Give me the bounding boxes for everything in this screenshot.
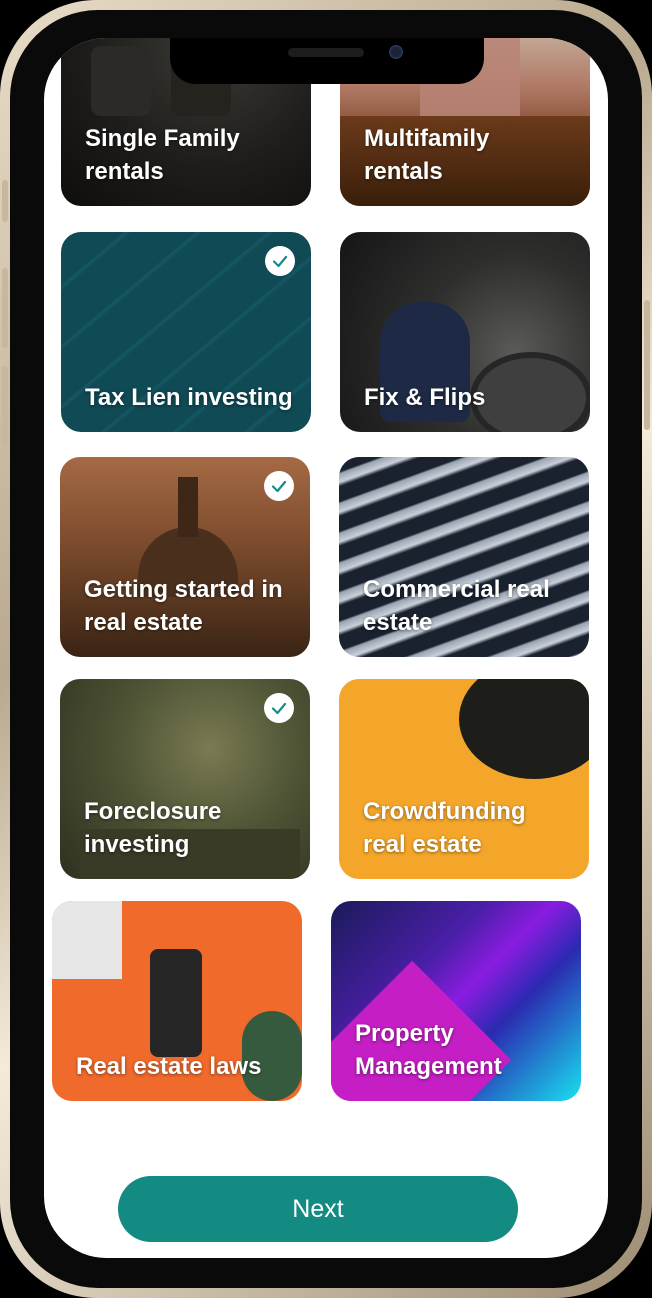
card-label: Real estate laws [76, 1053, 262, 1080]
notch [170, 38, 484, 84]
category-card-real-estate-laws[interactable]: Real estate laws [52, 901, 302, 1101]
card-label: Single Family rentals [85, 125, 240, 185]
category-card-tax-lien[interactable]: Tax Lien investing [61, 232, 311, 432]
category-card-fix-flips[interactable]: Fix & Flips [340, 232, 590, 432]
category-card-getting-started[interactable]: Getting started in real estate [60, 457, 310, 657]
notebook-shape [52, 901, 122, 979]
card-label: Getting started in real estate [84, 576, 283, 636]
category-card-property-management[interactable]: Property Management [331, 901, 581, 1101]
mute-switch [2, 180, 8, 222]
card-label: Commercial real estate [363, 576, 550, 636]
card-label: Property Management [355, 1020, 502, 1080]
chair-shape [91, 46, 151, 116]
category-card-commercial[interactable]: Commercial real estate [339, 457, 589, 657]
camera [389, 45, 403, 59]
card-label: Foreclosure investing [84, 798, 222, 858]
card-label: Fix & Flips [364, 384, 486, 411]
card-label: Crowdfunding real estate [363, 798, 526, 858]
speaker [288, 48, 364, 57]
category-card-crowdfunding[interactable]: Crowdfunding real estate [339, 679, 589, 879]
check-icon [265, 246, 295, 276]
category-card-foreclosure[interactable]: Foreclosure investing [60, 679, 310, 879]
power-button [644, 300, 650, 430]
card-label: Multifamily rentals [364, 125, 490, 185]
next-button[interactable]: Next [118, 1176, 518, 1242]
volume-down-button [2, 366, 8, 446]
check-icon [264, 471, 294, 501]
screen: Single Family rentals Multifamily rental… [44, 38, 608, 1258]
card-label: Tax Lien investing [85, 384, 293, 411]
phone-shape [150, 949, 202, 1057]
volume-up-button [2, 268, 8, 348]
spire-shape [178, 477, 198, 537]
pineapple-shape [459, 679, 589, 779]
check-icon [264, 693, 294, 723]
